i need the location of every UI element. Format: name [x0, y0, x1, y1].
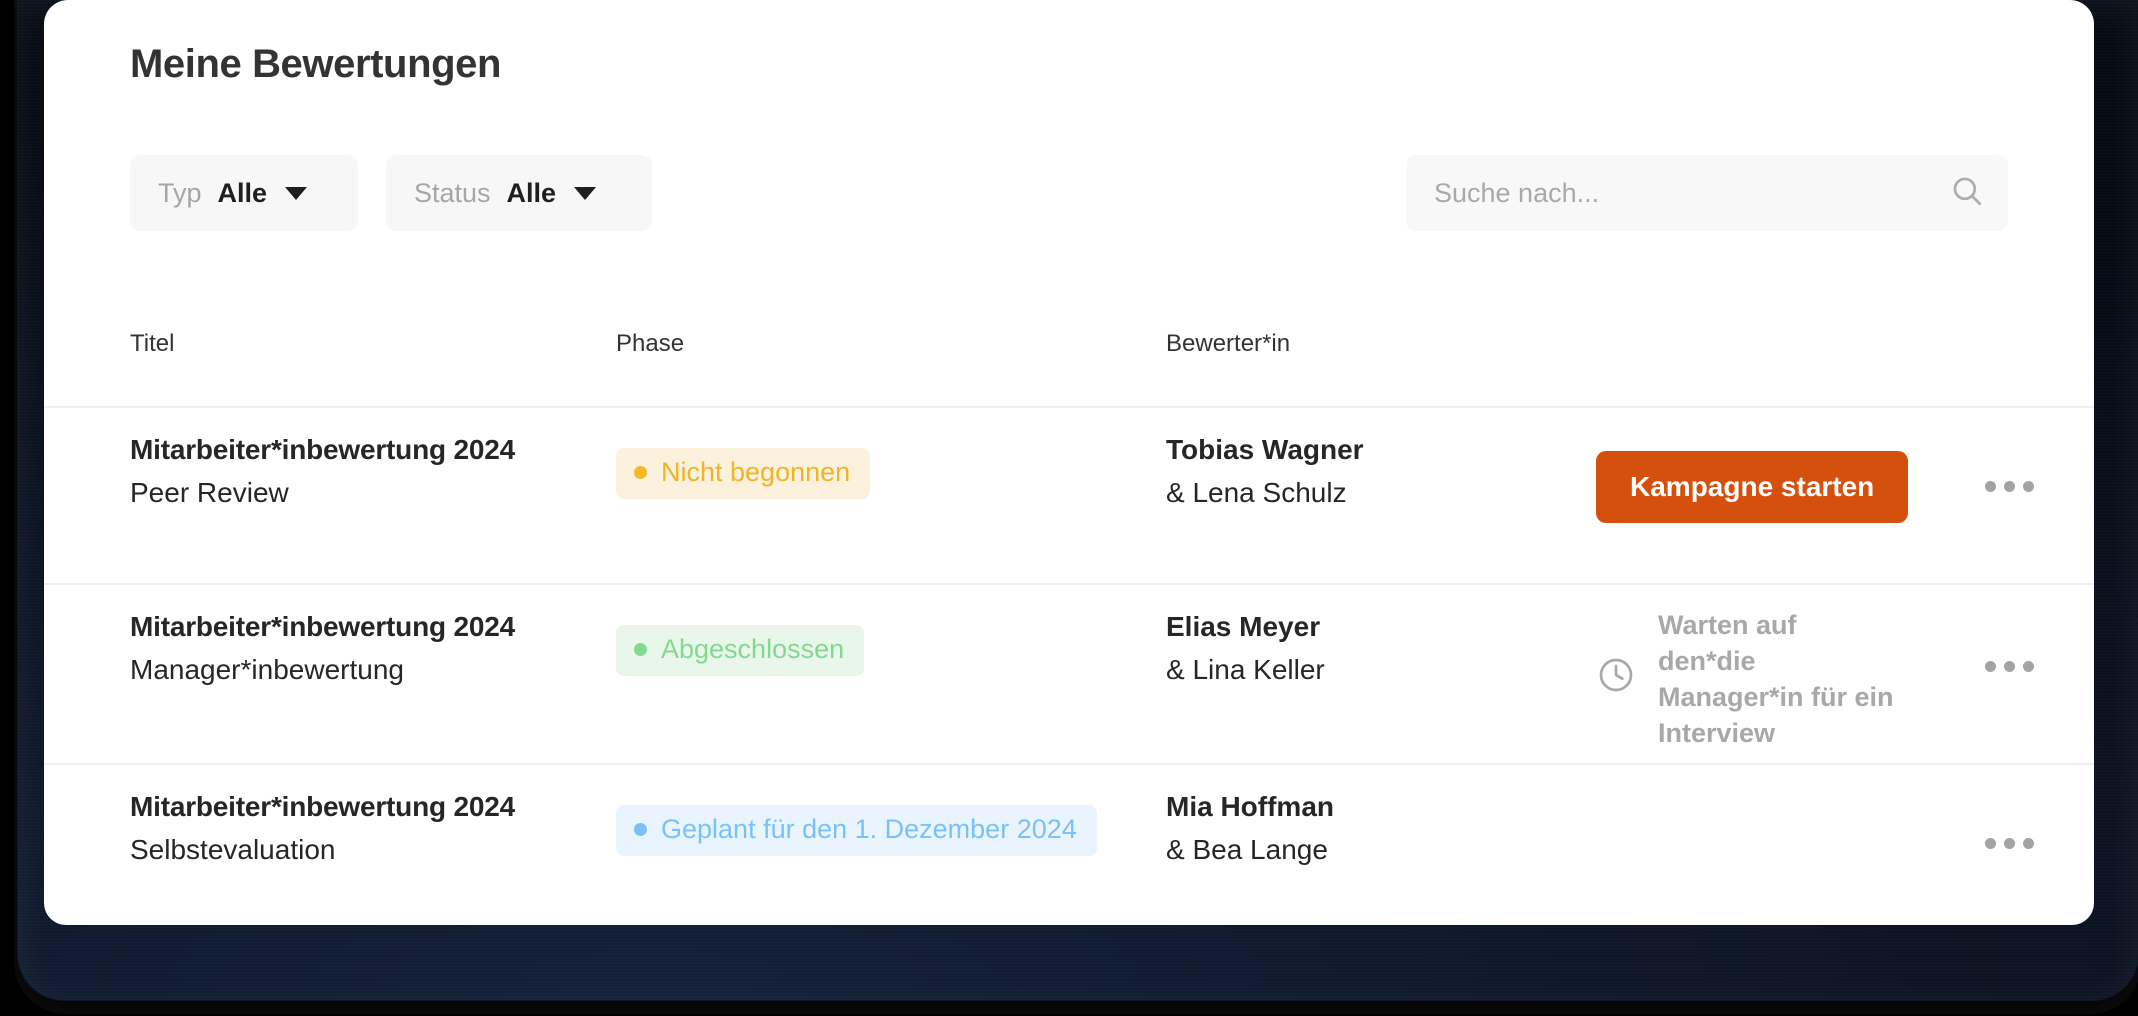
row-more-options-button[interactable]: [1985, 838, 2034, 849]
table-row[interactable]: Mitarbeiter*inbewertung 2024 Manager*inb…: [44, 583, 2094, 765]
reviewer-secondary: & Lina Keller: [1166, 654, 1325, 685]
column-header-phase: Phase: [616, 330, 685, 357]
status-badge: Abgeschlossen: [616, 625, 865, 676]
cell-title: Mitarbeiter*inbewertung 2024 Manager*inb…: [130, 611, 515, 686]
reviewer-primary: Mia Hoffman: [1166, 791, 1334, 822]
start-campaign-button[interactable]: Kampagne starten: [1596, 451, 1909, 523]
chevron-down-icon: [574, 186, 597, 200]
row-more-options-button[interactable]: [1985, 481, 2034, 492]
filter-typ[interactable]: Typ Alle: [130, 155, 358, 231]
column-header-titel: Titel: [130, 330, 175, 357]
cell-reviewer: Tobias Wagner & Lena Schulz: [1166, 434, 1364, 509]
cell-title: Mitarbeiter*inbewertung 2024 Peer Review: [130, 434, 515, 509]
filter-typ-label: Typ: [158, 177, 202, 208]
row-status-label: Warten auf den*die Manager*in für ein In…: [1658, 610, 1894, 748]
filter-status-label: Status: [414, 177, 491, 208]
dot-icon: [2023, 481, 2034, 492]
row-more-options-button[interactable]: [1985, 661, 2034, 672]
row-title: Mitarbeiter*inbewertung 2024: [130, 791, 515, 822]
table-row[interactable]: Mitarbeiter*inbewertung 2024 Peer Review…: [44, 406, 2094, 585]
cell-title: Mitarbeiter*inbewertung 2024 Selbstevalu…: [130, 791, 515, 866]
filter-typ-value: Alle: [217, 177, 268, 208]
status-badge: Nicht begonnen: [616, 448, 871, 499]
status-badge-label: Nicht begonnen: [661, 457, 851, 487]
page-title: Meine Bewertungen: [130, 42, 502, 86]
column-header-bewerter: Bewerter*in: [1166, 330, 1291, 357]
reviewer-secondary: & Lena Schulz: [1166, 477, 1347, 508]
dot-icon: [2004, 838, 2015, 849]
search-box[interactable]: [1406, 155, 2008, 231]
dot-icon: [2004, 661, 2015, 672]
dot-icon: [1985, 481, 1996, 492]
status-badge-label: Geplant für den 1. Dezember 2024: [661, 814, 1077, 844]
reviewer-primary: Elias Meyer: [1166, 611, 1321, 642]
cell-reviewer: Mia Hoffman & Bea Lange: [1166, 791, 1334, 866]
search-icon[interactable]: [1950, 174, 1984, 213]
row-title: Mitarbeiter*inbewertung 2024: [130, 434, 515, 465]
row-title: Mitarbeiter*inbewertung 2024: [130, 611, 515, 642]
dot-icon: [1985, 838, 1996, 849]
dot-icon: [1985, 661, 1996, 672]
status-badge: Geplant für den 1. Dezember 2024: [616, 805, 1097, 856]
status-dot-icon: [634, 643, 647, 656]
row-subtitle: Manager*inbewertung: [130, 654, 404, 685]
filter-status-value: Alle: [506, 177, 557, 208]
table-row[interactable]: Mitarbeiter*inbewertung 2024 Selbstevalu…: [44, 763, 2094, 925]
status-dot-icon: [634, 823, 647, 836]
filter-status[interactable]: Status Alle: [386, 155, 652, 231]
reviews-card: Meine Bewertungen Typ Alle Status Alle T…: [44, 0, 2094, 925]
status-dot-icon: [634, 466, 647, 479]
table-header: Titel Phase Bewerter*in: [44, 330, 2094, 408]
clock-icon: [1596, 655, 1636, 705]
chevron-down-icon: [285, 186, 308, 200]
dot-icon: [2023, 838, 2034, 849]
dot-icon: [2004, 481, 2015, 492]
cell-reviewer: Elias Meyer & Lina Keller: [1166, 611, 1325, 686]
reviewer-secondary: & Bea Lange: [1166, 834, 1328, 865]
status-badge-label: Abgeschlossen: [661, 634, 845, 664]
search-input[interactable]: [1432, 176, 1950, 210]
toolbar: Typ Alle Status Alle: [130, 155, 2008, 231]
dot-icon: [2023, 661, 2034, 672]
reviewer-primary: Tobias Wagner: [1166, 434, 1364, 465]
row-subtitle: Selbstevaluation: [130, 834, 336, 865]
row-subtitle: Peer Review: [130, 477, 289, 508]
row-status-message: Warten auf den*die Manager*in für ein In…: [1596, 608, 1896, 752]
